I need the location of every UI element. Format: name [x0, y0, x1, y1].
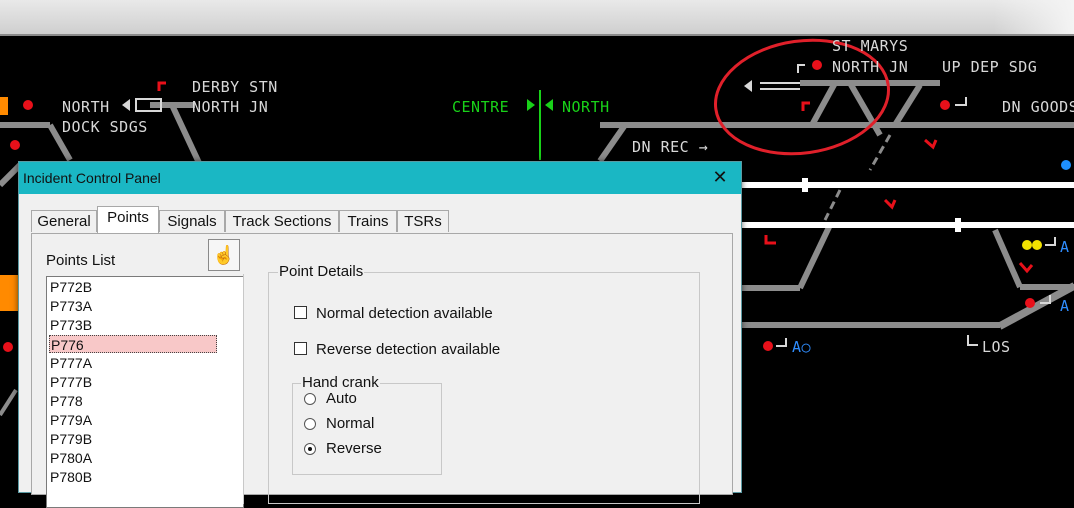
- dialog-title: Incident Control Panel: [23, 170, 161, 186]
- track-segment: [892, 83, 923, 127]
- tab-track-sections[interactable]: Track Sections: [225, 210, 339, 232]
- list-item[interactable]: P778: [49, 392, 217, 410]
- label-north-green: NORTH: [562, 98, 610, 116]
- shunt-signal: [797, 64, 805, 73]
- label-north-jn-left: NORTH JN: [192, 98, 269, 116]
- track-segment: [809, 81, 838, 127]
- list-item[interactable]: P773B: [49, 316, 217, 334]
- list-item[interactable]: P779A: [49, 411, 217, 429]
- hand-crank-reverse-radio[interactable]: [304, 443, 316, 455]
- signal-red: [940, 100, 950, 110]
- signal-orange: [0, 97, 8, 115]
- normal-detection-label: Normal detection available: [316, 305, 493, 322]
- window-title-bar: [0, 0, 1074, 36]
- dialog-title-bar[interactable]: Incident Control Panel ✕: [19, 162, 741, 194]
- label-los: LOS: [982, 338, 1011, 356]
- label-derby-stn: DERBY STN: [192, 78, 278, 96]
- incident-control-panel: Incident Control Panel ✕ General Points …: [18, 161, 742, 508]
- signal-red: [1025, 298, 1035, 308]
- arrow-left: [744, 80, 752, 92]
- tab-trains[interactable]: Trains: [339, 210, 397, 232]
- hand-crank-auto-radio[interactable]: [304, 393, 316, 405]
- signal-red: [763, 341, 773, 351]
- shunt-signal: [1018, 262, 1034, 274]
- shunt-signal: [776, 338, 787, 347]
- close-icon[interactable]: ✕: [709, 166, 731, 188]
- label-ac-right1: A: [1060, 238, 1070, 256]
- label-st-marys: ST MARYS: [832, 37, 909, 55]
- arrow-left: [527, 99, 535, 111]
- hand-crank-auto-label: Auto: [326, 390, 357, 407]
- points-list-label: Points List: [46, 252, 116, 269]
- signal-yellow: [1022, 240, 1032, 250]
- track-segment: [992, 228, 1023, 289]
- list-item-selected[interactable]: P776: [49, 335, 217, 353]
- point-details-title: Point Details: [278, 263, 365, 280]
- hand-crank-group: Hand crank Auto Normal Reverse: [292, 374, 442, 475]
- label-up-dep-sdg: UP DEP SDG: [942, 58, 1038, 76]
- signal-red: [812, 60, 822, 70]
- shunt-signal: [157, 81, 166, 91]
- track-segment: [0, 388, 18, 417]
- list-item[interactable]: P779B: [49, 430, 217, 448]
- track-segment: [868, 134, 892, 171]
- label-centre: CENTRE: [452, 98, 510, 116]
- signal-blue: [1061, 160, 1071, 170]
- label-ac-bottom: A○: [792, 338, 812, 356]
- shunt-signal: [967, 335, 978, 346]
- tab-signals[interactable]: Signals: [159, 210, 225, 232]
- hand-crank-title: Hand crank: [301, 374, 380, 391]
- list-item[interactable]: P772B: [49, 278, 217, 296]
- arrow-right: [545, 99, 553, 111]
- signal-red: [3, 342, 13, 352]
- reverse-detection-checkbox[interactable]: [294, 342, 307, 355]
- list-item[interactable]: P773A: [49, 297, 217, 315]
- signal-red: [10, 140, 20, 150]
- title-bar-edge: [994, 0, 1074, 34]
- normal-detection-checkbox[interactable]: [294, 306, 307, 319]
- signal-red: [23, 100, 33, 110]
- label-north: NORTH: [62, 98, 110, 116]
- track-joint: [802, 178, 808, 192]
- track-segment: [597, 123, 628, 163]
- shunt-signal: [801, 101, 810, 111]
- reverse-detection-label: Reverse detection available: [316, 341, 501, 358]
- shunt-signal: [955, 97, 967, 106]
- track-segment: [797, 223, 833, 290]
- shunt-signal: [924, 138, 938, 150]
- label-dn-rec: DN REC →: [632, 138, 709, 156]
- points-tab-panel: Points List ☝ P772B P773A P773B P776 P77…: [31, 233, 733, 508]
- signal-yellow: [1032, 240, 1042, 250]
- tab-points[interactable]: Points: [97, 206, 159, 233]
- label-dock-sdgs: DOCK SDGS: [62, 118, 148, 136]
- tab-general[interactable]: General: [31, 210, 97, 232]
- track-segment: [0, 162, 23, 188]
- label-ac-right2: A: [1060, 297, 1070, 315]
- pointer-hand-icon[interactable]: ☝: [208, 239, 240, 271]
- label-north-jn-top: NORTH JN: [832, 58, 909, 76]
- shunt-signal: [883, 198, 897, 210]
- track-segment: [823, 189, 842, 221]
- points-listbox[interactable]: P772B P773A P773B P776 P777A P777B P778 …: [46, 276, 244, 508]
- point-details-group: Point Details Normal detection available…: [268, 263, 700, 504]
- list-item[interactable]: P780A: [49, 449, 217, 467]
- arrow-left: [122, 99, 130, 111]
- list-item[interactable]: P777B: [49, 373, 217, 391]
- occupied-tracks: [740, 182, 1074, 228]
- signal-orange: [0, 275, 18, 311]
- list-item[interactable]: P780B: [49, 468, 217, 486]
- shunt-signal: [764, 235, 776, 245]
- hand-crank-normal-label: Normal: [326, 415, 375, 432]
- hand-crank-reverse-label: Reverse: [326, 440, 382, 457]
- track-joint: [955, 218, 961, 232]
- shunt-signal: [1045, 237, 1056, 246]
- hand-crank-normal-radio[interactable]: [304, 418, 316, 430]
- tab-tsrs[interactable]: TSRs: [397, 210, 449, 232]
- label-dn-goods: DN GOODS: [1002, 98, 1074, 116]
- list-item[interactable]: P777A: [49, 354, 217, 372]
- panel-divider: [243, 274, 244, 504]
